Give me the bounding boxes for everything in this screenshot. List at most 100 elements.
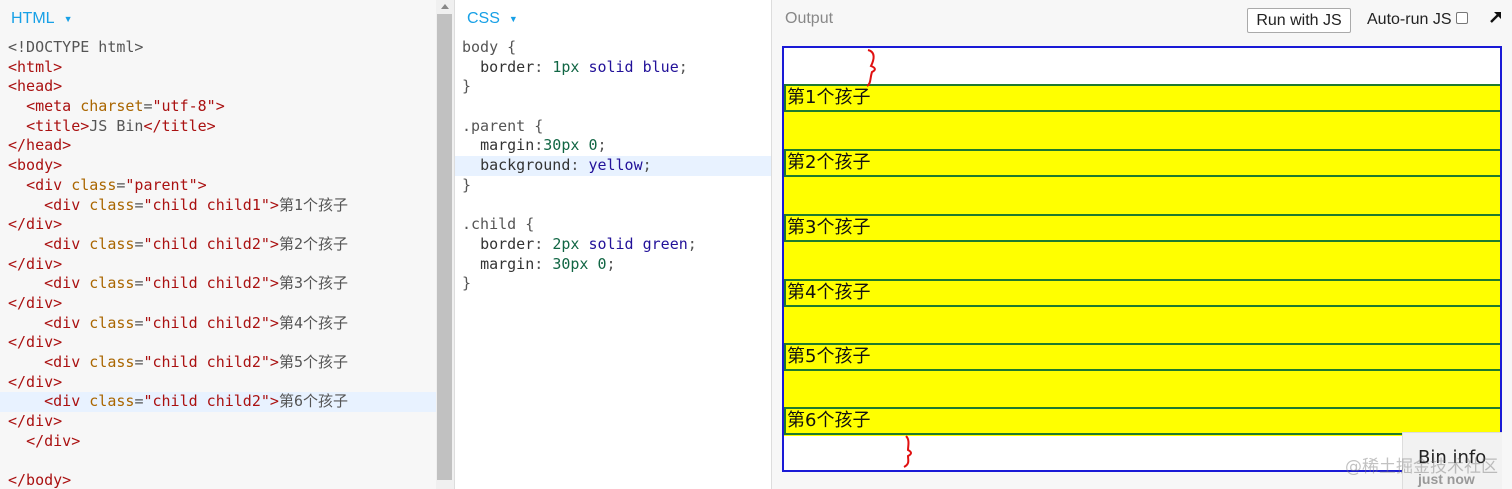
code-line[interactable]: <div class="child child1">第1个孩子 — [0, 196, 454, 216]
code-line[interactable]: <div class="child child2">第3个孩子 — [0, 274, 454, 294]
code-token: 第4个孩子 — [278, 313, 348, 332]
code-line[interactable]: </head> — [0, 136, 454, 156]
chevron-down-icon[interactable]: ▼ — [509, 14, 518, 24]
code-line[interactable]: .parent { — [455, 117, 771, 137]
code-token: "child child2" — [143, 353, 270, 371]
code-token: .child — [462, 215, 526, 234]
code-token: "child child2" — [143, 313, 270, 332]
code-token: : — [534, 234, 553, 253]
code-token: 第1个孩子 — [278, 195, 348, 214]
chevron-down-icon[interactable]: ▼ — [64, 14, 73, 24]
code-line[interactable]: } — [455, 77, 771, 97]
code-line[interactable]: <div class="child child2">第5个孩子 — [0, 353, 454, 373]
code-token: "child child2" — [143, 392, 270, 411]
code-token: </div> — [8, 372, 63, 391]
autorun-checkbox[interactable] — [1456, 12, 1468, 24]
child-box: 第3个孩子 — [784, 214, 1500, 242]
code-token: "parent" — [125, 175, 198, 194]
code-line[interactable]: background: yellow; — [455, 156, 771, 176]
code-token: <div — [44, 274, 90, 293]
code-line[interactable]: .child { — [455, 215, 771, 235]
code-token: > — [215, 97, 225, 116]
code-token: } — [462, 175, 472, 194]
code-token: </div> — [8, 412, 63, 431]
code-line[interactable]: border: 1px solid blue; — [455, 58, 771, 78]
code-line[interactable]: </div> — [0, 294, 454, 314]
html-code-editor[interactable]: <!DOCTYPE html> <html> <head> <meta charse… — [0, 38, 454, 489]
code-line[interactable] — [455, 97, 771, 117]
code-line[interactable]: } — [455, 274, 771, 294]
code-token: { — [507, 38, 517, 56]
scroll-up-icon[interactable] — [441, 4, 449, 9]
output-panel-title: Output — [785, 10, 834, 27]
parent-box: 第1个孩子 第2个孩子 第3个孩子 第4个孩子 第5个孩子 第6个孩子 — [784, 84, 1500, 436]
code-token: > — [269, 234, 279, 253]
code-token: : — [570, 156, 589, 175]
code-token: > — [269, 195, 279, 214]
code-token: ; — [678, 57, 688, 76]
code-line[interactable]: <title>JS Bin</title> — [0, 117, 454, 137]
code-line[interactable]: <div class="child child2">第2个孩子 — [0, 235, 454, 255]
code-line[interactable]: <div class="parent"> — [0, 176, 454, 196]
code-token: 30px — [552, 254, 589, 273]
run-with-js-button[interactable]: Run with JS — [1247, 8, 1351, 33]
code-line[interactable]: <meta charset="utf-8"> — [0, 97, 454, 117]
code-line[interactable]: <!DOCTYPE html> — [0, 38, 454, 58]
css-code-editor[interactable]: body { border: 1px solid blue;} .parent {… — [455, 38, 771, 294]
code-token: </div> — [8, 293, 63, 312]
code-line[interactable]: <head> — [0, 77, 454, 97]
code-line[interactable]: margin: 30px 0; — [455, 255, 771, 275]
code-line[interactable]: </div> — [0, 432, 454, 452]
code-token: : — [534, 57, 553, 76]
code-token: = — [143, 97, 153, 116]
code-line[interactable]: <div class="child child2">第4个孩子 — [0, 314, 454, 334]
code-token: yellow — [588, 156, 643, 175]
expand-arrow-icon[interactable] — [1488, 9, 1504, 25]
scrollbar-thumb[interactable] — [437, 14, 452, 480]
code-line[interactable]: <html> — [0, 58, 454, 78]
code-line[interactable]: </div> — [0, 215, 454, 235]
css-panel-title[interactable]: CSS — [467, 10, 500, 28]
code-token: > — [269, 392, 279, 411]
code-line[interactable]: } — [455, 176, 771, 196]
code-line[interactable]: </div> — [0, 255, 454, 275]
code-token: solid — [588, 234, 634, 253]
code-line[interactable]: <div class="child child2">第6个孩子 — [0, 392, 454, 413]
css-panel-header[interactable]: CSS ▼ — [455, 0, 771, 38]
code-line[interactable] — [455, 196, 771, 216]
code-line[interactable]: </div> — [0, 373, 454, 393]
code-line[interactable]: <body> — [0, 156, 454, 176]
code-line[interactable]: </body> — [0, 471, 454, 489]
code-line[interactable]: </div> — [0, 412, 454, 432]
code-token: .parent — [462, 116, 535, 135]
code-token: } — [462, 77, 472, 96]
code-token: } — [462, 274, 472, 293]
code-token: { — [534, 116, 544, 135]
html-editor-panel[interactable]: HTML ▼ <!DOCTYPE html> <html> <head> <meta… — [0, 0, 455, 489]
code-line[interactable]: body { — [455, 38, 771, 58]
child-box: 第5个孩子 — [784, 343, 1500, 371]
code-token: class — [89, 234, 135, 253]
code-line[interactable]: </div> — [0, 333, 454, 353]
code-token: </div> — [26, 431, 81, 450]
css-editor-panel[interactable]: CSS ▼ body { border: 1px solid blue;} .pa… — [455, 0, 772, 489]
code-line[interactable]: border: 2px solid green; — [455, 235, 771, 255]
code-token: border — [480, 57, 535, 76]
code-line[interactable] — [0, 451, 454, 471]
code-line[interactable]: margin:30px 0; — [455, 136, 771, 156]
html-panel-title[interactable]: HTML — [11, 10, 55, 28]
code-token: <title> — [26, 116, 90, 135]
code-token: { — [525, 215, 535, 234]
code-token: <div — [44, 234, 90, 253]
code-token: : — [534, 254, 553, 273]
code-token: class — [89, 353, 135, 371]
html-panel-header[interactable]: HTML ▼ — [0, 0, 454, 38]
html-scrollbar[interactable] — [436, 0, 454, 489]
code-token: blue — [642, 57, 679, 76]
